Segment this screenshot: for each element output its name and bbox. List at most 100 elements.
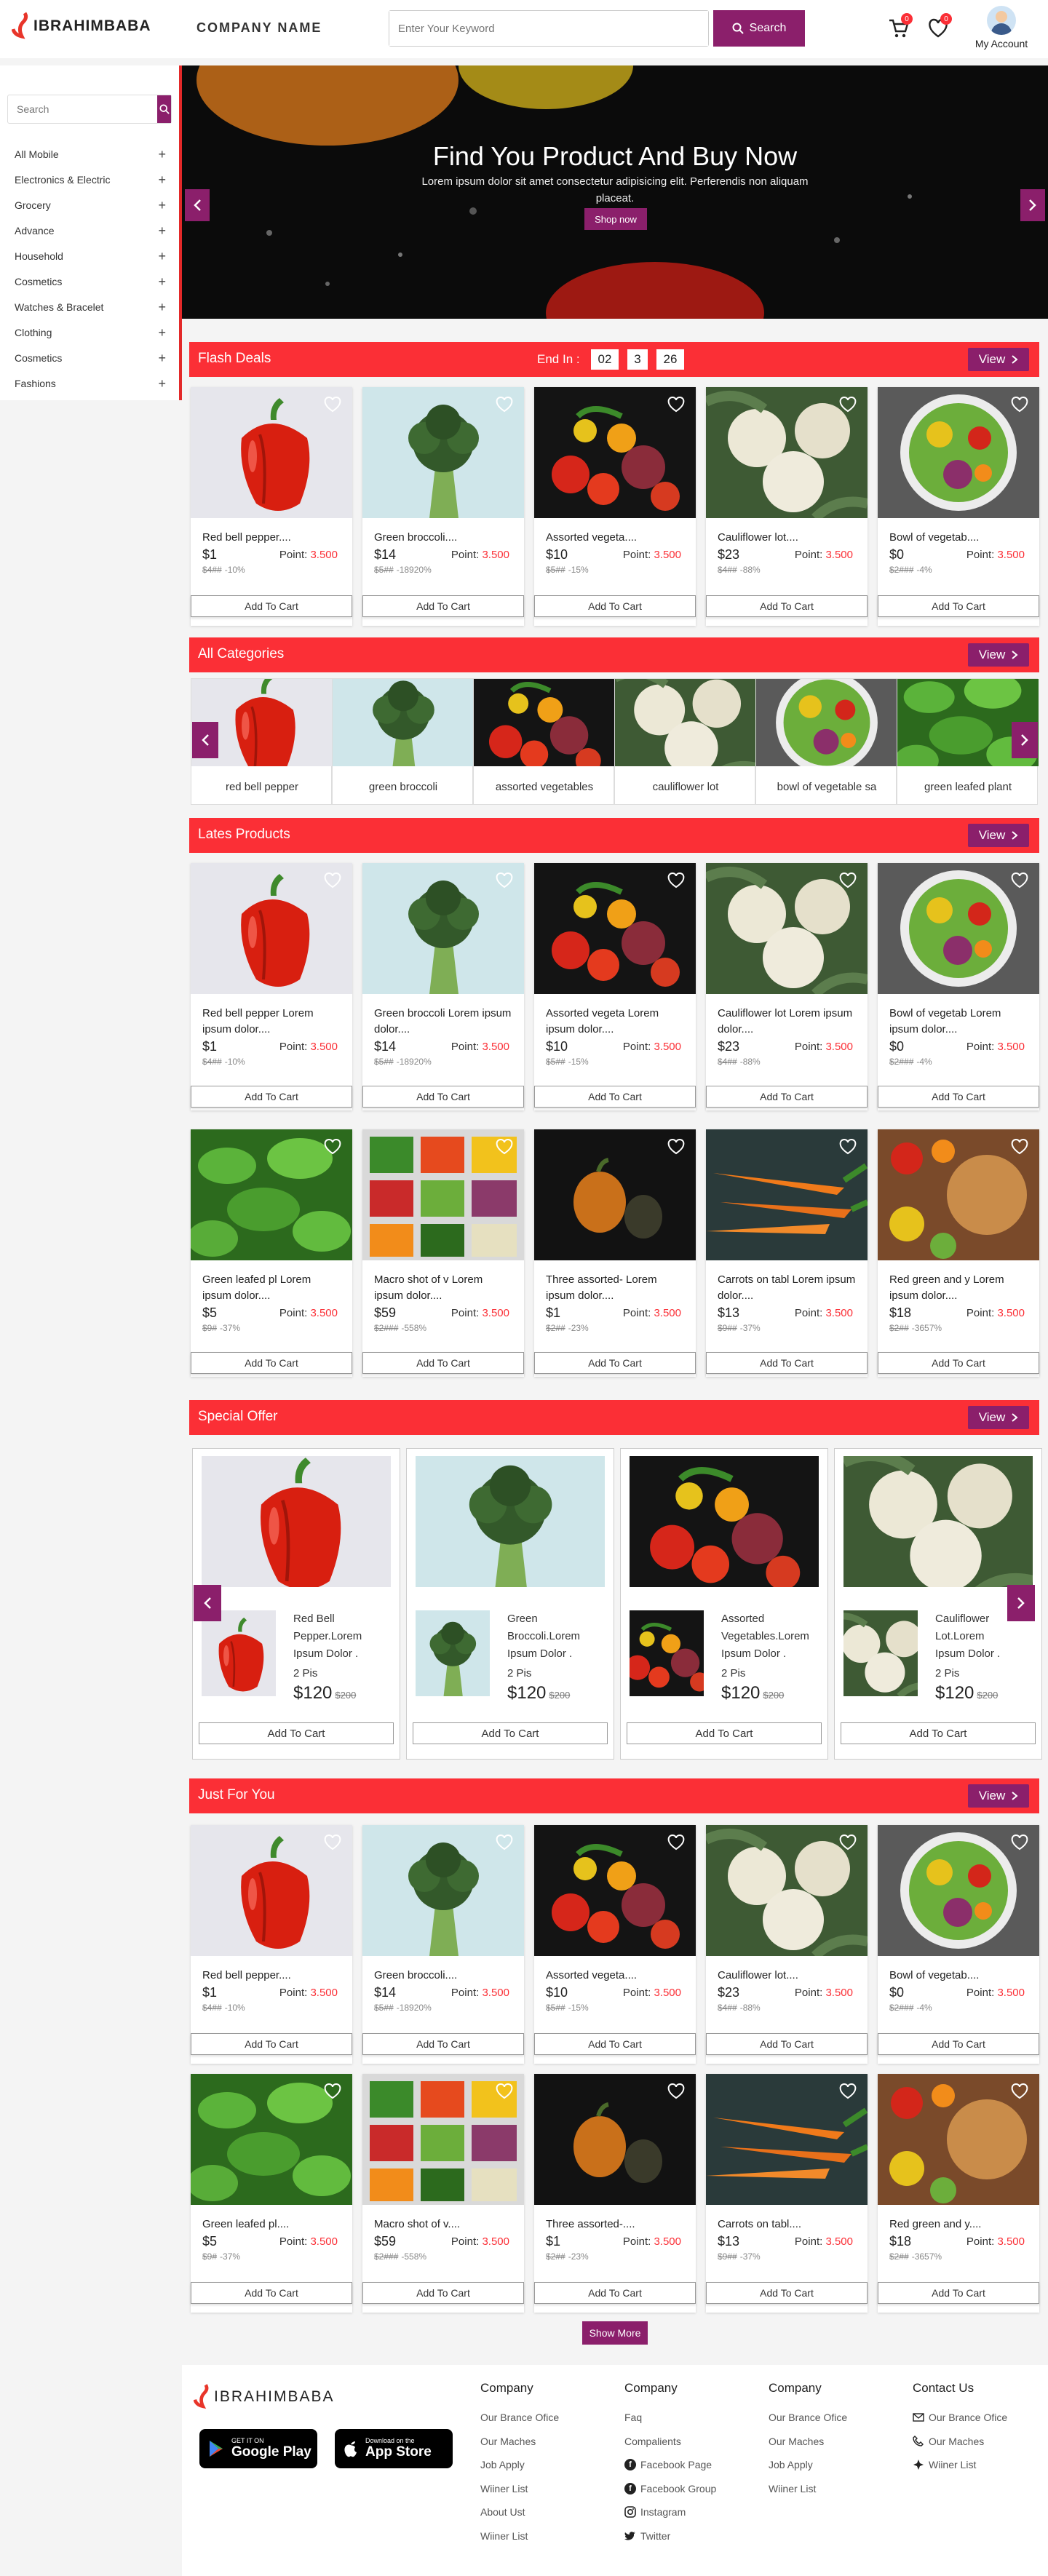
heart-icon[interactable] <box>495 396 514 413</box>
footer-link[interactable]: Twitter <box>624 2524 716 2548</box>
product-card[interactable]: Carrots on tabl Lorem ipsum dolor.... $1… <box>706 1129 868 1377</box>
category-item[interactable]: assorted vegetables <box>473 678 614 805</box>
product-card[interactable]: Green leafed pl Lorem ipsum dolor.... $5… <box>191 1129 352 1377</box>
add-to-cart-button[interactable]: Add To Cart <box>362 1086 524 1108</box>
sidebar-item-cosmetics-2[interactable]: Cosmetics + <box>15 347 166 369</box>
footer-link[interactable]: Wiiner List <box>480 2477 559 2501</box>
product-card[interactable]: Red green and y.... $18 Point: 3.500 $2#… <box>878 2074 1039 2313</box>
special-offer-card[interactable]: Green Broccoli.Lorem Ipsum Dolor . 2 Pis… <box>406 1448 614 1760</box>
brand-logo[interactable]: IBRAHIMBABA <box>12 12 151 41</box>
product-card[interactable]: Macro shot of v.... $59 Point: 3.500 $2#… <box>362 2074 524 2313</box>
add-to-cart-button[interactable]: Add To Cart <box>191 1086 352 1108</box>
heart-icon[interactable] <box>323 1138 342 1156</box>
add-to-cart-button[interactable]: Add To Cart <box>534 595 696 617</box>
search-input[interactable] <box>389 11 708 46</box>
product-card[interactable]: Green broccoli.... $14 Point: 3.500 $5##… <box>362 387 524 626</box>
heart-icon[interactable] <box>1010 396 1029 413</box>
add-to-cart-button[interactable]: Add To Cart <box>627 1722 822 1744</box>
footer-link[interactable]: f Facebook Group <box>624 2477 716 2501</box>
add-to-cart-button[interactable]: Add To Cart <box>706 1086 868 1108</box>
add-to-cart-button[interactable]: Add To Cart <box>878 1352 1039 1374</box>
add-to-cart-button[interactable]: Add To Cart <box>199 1722 394 1744</box>
footer-link[interactable]: Compalients <box>624 2430 716 2454</box>
sidebar-item-household[interactable]: Household + <box>15 245 166 267</box>
footer-logo[interactable]: IBRAHIMBABA <box>194 2382 335 2412</box>
heart-icon[interactable] <box>323 2083 342 2100</box>
footer-link[interactable]: About Ust <box>480 2500 559 2524</box>
heart-icon[interactable] <box>495 1834 514 1851</box>
sidebar-search-input[interactable] <box>8 95 157 123</box>
heart-icon[interactable] <box>323 1834 342 1851</box>
sidebar-search-button[interactable] <box>157 95 171 123</box>
sidebar-item-fashions[interactable]: Fashions + <box>15 373 166 394</box>
add-to-cart-button[interactable]: Add To Cart <box>362 2282 524 2304</box>
add-to-cart-button[interactable]: Add To Cart <box>878 2282 1039 2304</box>
app-store-badge[interactable]: Download on the App Store <box>335 2429 453 2468</box>
add-to-cart-button[interactable]: Add To Cart <box>534 1352 696 1374</box>
add-to-cart-button[interactable]: Add To Cart <box>878 1086 1039 1108</box>
heart-icon[interactable] <box>323 872 342 889</box>
search-button[interactable]: Search <box>713 10 805 47</box>
sidebar-item-advance[interactable]: Advance + <box>15 220 166 242</box>
footer-link[interactable]: Instagram <box>624 2500 716 2524</box>
product-card[interactable]: Red bell pepper.... $1 Point: 3.500 $4##… <box>191 1825 352 2064</box>
heart-icon[interactable] <box>838 872 857 889</box>
add-to-cart-button[interactable]: Add To Cart <box>706 2282 868 2304</box>
special-prev-arrow[interactable] <box>194 1585 221 1621</box>
sidebar-item-watches[interactable]: Watches & Bracelet + <box>15 296 166 318</box>
google-play-badge[interactable]: GET IT ON Google Play <box>199 2429 317 2468</box>
add-to-cart-button[interactable]: Add To Cart <box>706 1352 868 1374</box>
heart-icon[interactable] <box>838 1834 857 1851</box>
sidebar-item-electronics[interactable]: Electronics & Electric + <box>15 169 166 191</box>
wishlist-button[interactable]: 0 <box>927 13 952 42</box>
add-to-cart-button[interactable]: Add To Cart <box>534 2282 696 2304</box>
add-to-cart-button[interactable]: Add To Cart <box>191 1352 352 1374</box>
product-card[interactable]: Assorted vegeta.... $10 Point: 3.500 $5#… <box>534 387 696 626</box>
heart-icon[interactable] <box>667 396 686 413</box>
product-card[interactable]: Green broccoli.... $14 Point: 3.500 $5##… <box>362 1825 524 2064</box>
product-card[interactable]: Bowl of vegetab.... $0 Point: 3.500 $2##… <box>878 1825 1039 2064</box>
product-card[interactable]: Three assorted- Lorem ipsum dolor.... $1… <box>534 1129 696 1377</box>
heart-icon[interactable] <box>838 1138 857 1156</box>
add-to-cart-button[interactable]: Add To Cart <box>878 595 1039 617</box>
special-offer-card[interactable]: Red Bell Pepper.Lorem Ipsum Dolor . 2 Pi… <box>192 1448 400 1760</box>
view-all-button[interactable]: View <box>968 348 1029 371</box>
product-card[interactable]: Red green and y Lorem ipsum dolor.... $1… <box>878 1129 1039 1377</box>
product-card[interactable]: Bowl of vegetab.... $0 Point: 3.500 $2##… <box>878 387 1039 626</box>
special-offer-card[interactable]: Assorted Vegetables.Lorem Ipsum Dolor . … <box>620 1448 828 1760</box>
heart-icon[interactable] <box>495 2083 514 2100</box>
add-to-cart-button[interactable]: Add To Cart <box>534 2033 696 2055</box>
sidebar-item-grocery[interactable]: Grocery + <box>15 194 166 216</box>
category-item[interactable]: green broccoli <box>332 678 474 805</box>
heart-icon[interactable] <box>838 2083 857 2100</box>
account-button[interactable]: My Account <box>965 6 1038 54</box>
view-all-button[interactable]: View <box>968 1406 1029 1429</box>
add-to-cart-button[interactable]: Add To Cart <box>841 1722 1036 1744</box>
hero-prev-arrow[interactable] <box>185 189 210 221</box>
view-all-button[interactable]: View <box>968 1784 1029 1808</box>
product-card[interactable]: Cauliflower lot Lorem ipsum dolor.... $2… <box>706 863 868 1110</box>
sidebar-item-all-mobile[interactable]: All Mobile + <box>15 143 166 165</box>
sidebar-item-clothing[interactable]: Clothing + <box>15 322 166 343</box>
heart-icon[interactable] <box>1010 1138 1029 1156</box>
heart-icon[interactable] <box>667 1138 686 1156</box>
product-card[interactable]: Assorted vegeta Lorem ipsum dolor.... $1… <box>534 863 696 1110</box>
view-all-button[interactable]: View <box>968 824 1029 847</box>
footer-link[interactable]: Faq <box>624 2406 716 2430</box>
product-card[interactable]: Carrots on tabl.... $13 Point: 3.500 $9#… <box>706 2074 868 2313</box>
heart-icon[interactable] <box>667 2083 686 2100</box>
add-to-cart-button[interactable]: Add To Cart <box>191 595 352 617</box>
footer-link[interactable]: f Facebook Page <box>624 2453 716 2477</box>
heart-icon[interactable] <box>1010 872 1029 889</box>
categories-next-arrow[interactable] <box>1012 722 1038 758</box>
cart-button[interactable]: 0 <box>888 13 913 42</box>
product-card[interactable]: Green leafed pl.... $5 Point: 3.500 $9# -… <box>191 2074 352 2313</box>
product-card[interactable]: Cauliflower lot.... $23 Point: 3.500 $4#… <box>706 387 868 626</box>
add-to-cart-button[interactable]: Add To Cart <box>362 1352 524 1374</box>
heart-icon[interactable] <box>1010 2083 1029 2100</box>
product-card[interactable]: Assorted vegeta.... $10 Point: 3.500 $5#… <box>534 1825 696 2064</box>
product-card[interactable]: Red bell pepper Lorem ipsum dolor.... $1… <box>191 863 352 1110</box>
heart-icon[interactable] <box>323 396 342 413</box>
product-card[interactable]: Cauliflower lot.... $23 Point: 3.500 $4#… <box>706 1825 868 2064</box>
category-item[interactable]: bowl of vegetable sa <box>755 678 897 805</box>
